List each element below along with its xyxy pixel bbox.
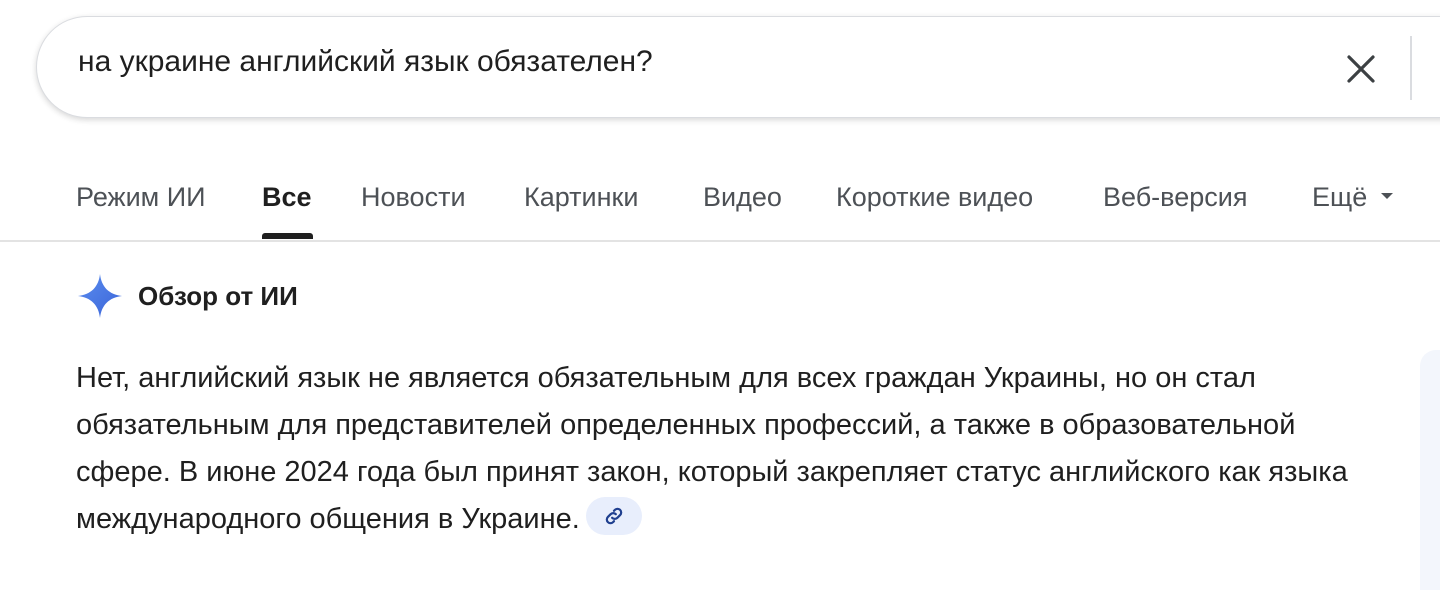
tab-images[interactable]: Картинки bbox=[524, 182, 638, 213]
tab-short-videos[interactable]: Короткие видео bbox=[836, 182, 1033, 213]
link-icon bbox=[605, 508, 623, 525]
search-input[interactable]: на украине английский язык обязателен? bbox=[78, 45, 653, 79]
tab-all[interactable]: Все bbox=[262, 182, 312, 213]
caret-down-icon bbox=[1381, 192, 1394, 199]
tab-videos[interactable]: Видео bbox=[703, 182, 782, 213]
tab-news[interactable]: Новости bbox=[361, 182, 466, 213]
search-divider bbox=[1410, 36, 1412, 100]
close-icon bbox=[1347, 55, 1375, 83]
tab-web[interactable]: Веб-версия bbox=[1103, 182, 1247, 213]
ai-overview-text: Нет, английский язык не является обязате… bbox=[76, 362, 1348, 535]
ai-overview-header: Обзор от ИИ bbox=[76, 272, 298, 320]
search-results-page: на украине английский язык обязателен? Р… bbox=[0, 0, 1440, 590]
tabs-divider bbox=[0, 240, 1440, 242]
clear-search-button[interactable] bbox=[1341, 49, 1381, 89]
sparkle-icon bbox=[78, 274, 122, 318]
tab-more[interactable]: Ещё bbox=[1312, 182, 1394, 213]
ai-overview-title: Обзор от ИИ bbox=[138, 280, 298, 311]
side-panel-edge bbox=[1420, 350, 1440, 590]
tab-more-label: Ещё bbox=[1312, 182, 1368, 212]
source-link-button[interactable] bbox=[585, 497, 642, 536]
active-tab-indicator bbox=[262, 233, 313, 239]
ai-overview-body: Нет, английский язык не является обязате… bbox=[76, 355, 1366, 543]
search-bar[interactable]: на украине английский язык обязателен? bbox=[36, 16, 1440, 118]
tab-ai-mode[interactable]: Режим ИИ bbox=[76, 182, 206, 213]
search-tabs: Режим ИИ Все Новости Картинки Видео Коро… bbox=[0, 150, 1440, 240]
